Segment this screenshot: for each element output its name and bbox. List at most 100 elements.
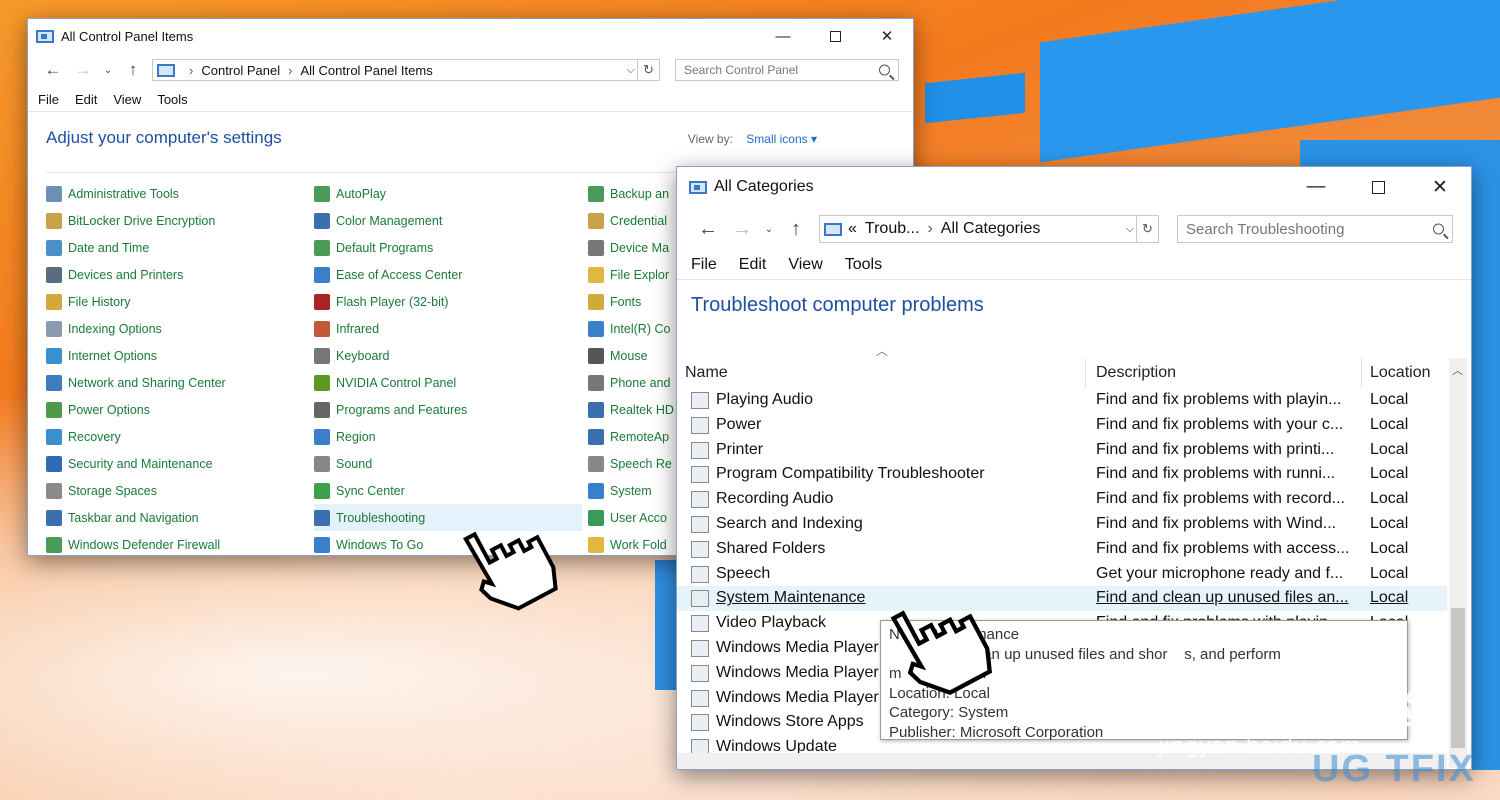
control-panel-item[interactable]: Keyboard xyxy=(314,342,582,369)
maximize-button[interactable] xyxy=(809,19,861,53)
troubleshooter-row[interactable]: Speech Get your microphone ready and f...… xyxy=(677,562,1447,587)
refresh-button[interactable]: ↻ xyxy=(1136,216,1158,242)
menu-edit[interactable]: Edit xyxy=(75,92,97,107)
control-panel-item[interactable]: Color Management xyxy=(314,207,582,234)
realtek-icon xyxy=(588,401,604,418)
troubleshooter-row[interactable]: Printer Find and fix problems with printi… xyxy=(677,438,1447,463)
troubleshooter-name: Power xyxy=(716,415,762,433)
close-button[interactable]: ✕ xyxy=(1409,167,1471,207)
column-header-name[interactable]: Name xyxy=(685,364,728,382)
address-bar[interactable]: « Troub... › All Categories ⌵ ↻ xyxy=(819,215,1159,243)
close-button[interactable]: ✕ xyxy=(861,19,913,53)
column-header-location[interactable]: Location xyxy=(1370,364,1431,382)
control-panel-item[interactable]: Programs and Features xyxy=(314,396,582,423)
window-controls: — ✕ xyxy=(1285,167,1471,207)
troubleshooter-row[interactable]: Recording Audio Find and fix problems wit… xyxy=(677,487,1447,512)
troubleshooter-row[interactable]: Power Find and fix problems with your c..… xyxy=(677,413,1447,438)
column-header-description[interactable]: Description xyxy=(1096,364,1176,382)
menu-file[interactable]: File xyxy=(691,256,717,274)
forward-button[interactable]: → xyxy=(68,60,98,80)
control-panel-item[interactable]: Security and Maintenance xyxy=(46,450,306,477)
control-panel-item-label: Ease of Access Center xyxy=(336,267,463,282)
breadcrumb-overflow[interactable]: « xyxy=(848,220,857,238)
recent-locations-button[interactable]: ⌄ xyxy=(759,224,779,235)
control-panel-item-label: Troubleshooting xyxy=(336,510,426,525)
column-divider[interactable] xyxy=(1085,358,1086,388)
refresh-button[interactable]: ↻ xyxy=(637,60,659,80)
control-panel-item[interactable]: Infrared xyxy=(314,315,582,342)
control-panel-item[interactable]: Administrative Tools xyxy=(46,180,306,207)
recent-locations-button[interactable]: ⌄ xyxy=(98,65,118,76)
troubleshooter-row[interactable]: Program Compatibility Troubleshooter Find… xyxy=(677,462,1447,487)
control-panel-item[interactable]: Taskbar and Navigation xyxy=(46,504,306,531)
control-panel-item-label: NVIDIA Control Panel xyxy=(336,375,457,390)
view-by-dropdown[interactable]: Small icons ▾ xyxy=(746,132,817,146)
minimize-button[interactable]: — xyxy=(757,19,809,53)
control-panel-item[interactable]: Power Options xyxy=(46,396,306,423)
search-input[interactable]: Search Control Panel xyxy=(675,59,899,81)
breadcrumb-troubleshooting[interactable]: Troub... xyxy=(865,220,920,238)
control-panel-item[interactable]: Ease of Access Center xyxy=(314,261,582,288)
troubleshooter-row[interactable]: System Maintenance Find and clean up unus… xyxy=(677,586,1447,612)
troubleshooter-icon xyxy=(691,590,709,608)
printer-icon xyxy=(46,266,62,283)
navigation-bar: ← → ⌄ ↑ › Control Panel › All Control Pa… xyxy=(28,53,913,87)
minimize-button[interactable]: — xyxy=(1285,167,1347,207)
control-panel-item[interactable]: Default Programs xyxy=(314,234,582,261)
menu-edit[interactable]: Edit xyxy=(739,256,767,274)
control-panel-item[interactable]: Indexing Options xyxy=(46,315,306,342)
menu-tools[interactable]: Tools xyxy=(157,92,187,107)
breadcrumb-control-panel[interactable]: Control Panel xyxy=(201,63,280,78)
file-history-icon xyxy=(46,293,62,310)
troubleshooter-icon xyxy=(691,639,709,657)
control-panel-item[interactable]: Sync Center xyxy=(314,477,582,504)
control-panel-item[interactable]: Devices and Printers xyxy=(46,261,306,288)
chevron-down-icon[interactable]: ⌵ xyxy=(627,64,635,77)
back-button[interactable]: ← xyxy=(691,218,725,241)
vertical-scrollbar[interactable]: ︿ xyxy=(1449,358,1467,768)
search-placeholder: Search Troubleshooting xyxy=(1186,220,1345,238)
search-input[interactable]: Search Troubleshooting xyxy=(1177,215,1453,243)
chevron-down-icon[interactable]: ⌵ xyxy=(1126,223,1134,236)
troubleshooter-location: Local xyxy=(1370,490,1409,508)
menu-view[interactable]: View xyxy=(788,256,822,274)
menu-tools[interactable]: Tools xyxy=(845,256,882,274)
control-panel-item[interactable]: Windows Defender Firewall xyxy=(46,531,306,555)
scroll-up-icon[interactable]: ︿ xyxy=(1452,362,1463,378)
breadcrumb-all-categories[interactable]: All Categories xyxy=(941,220,1041,238)
address-bar[interactable]: › Control Panel › All Control Panel Item… xyxy=(152,59,660,81)
control-panel-item[interactable]: Storage Spaces xyxy=(46,477,306,504)
window-title: All Categories xyxy=(714,178,814,195)
control-panel-icon xyxy=(36,29,54,43)
control-panel-item[interactable]: BitLocker Drive Encryption xyxy=(46,207,306,234)
control-panel-item-label: Network and Sharing Center xyxy=(68,375,226,390)
menu-file[interactable]: File xyxy=(38,92,59,107)
control-panel-item[interactable]: Internet Options xyxy=(46,342,306,369)
troubleshooter-row[interactable]: Playing Audio Find and fix problems with … xyxy=(677,388,1447,413)
maximize-button[interactable] xyxy=(1347,167,1409,207)
control-panel-item[interactable]: AutoPlay xyxy=(314,180,582,207)
troubleshooter-row[interactable]: Shared Folders Find and fix problems with… xyxy=(677,537,1447,562)
scrollbar-thumb[interactable] xyxy=(1451,608,1465,748)
column-divider[interactable] xyxy=(1361,358,1362,388)
breadcrumb-all-items[interactable]: All Control Panel Items xyxy=(300,63,432,78)
control-panel-item[interactable]: Region xyxy=(314,423,582,450)
control-panel-item-label: User Acco xyxy=(610,510,667,525)
control-panel-item[interactable]: Date and Time xyxy=(46,234,306,261)
troubleshooter-name: Windows Media Player xyxy=(716,688,879,706)
back-button[interactable]: ← xyxy=(38,60,68,80)
control-panel-item[interactable]: Sound xyxy=(314,450,582,477)
up-button[interactable]: ↑ xyxy=(779,218,813,241)
maximize-icon xyxy=(1371,180,1385,194)
breadcrumb-separator: › xyxy=(927,220,933,237)
search-icon xyxy=(879,64,890,76)
troubleshooter-row[interactable]: Search and Indexing Find and fix problems… xyxy=(677,512,1447,537)
control-panel-item[interactable]: NVIDIA Control Panel xyxy=(314,369,582,396)
forward-button[interactable]: → xyxy=(725,218,759,241)
control-panel-item[interactable]: Network and Sharing Center xyxy=(46,369,306,396)
control-panel-item[interactable]: Recovery xyxy=(46,423,306,450)
control-panel-item[interactable]: Flash Player (32-bit) xyxy=(314,288,582,315)
control-panel-item[interactable]: File History xyxy=(46,288,306,315)
up-button[interactable]: ↑ xyxy=(118,60,148,80)
menu-view[interactable]: View xyxy=(113,92,141,107)
